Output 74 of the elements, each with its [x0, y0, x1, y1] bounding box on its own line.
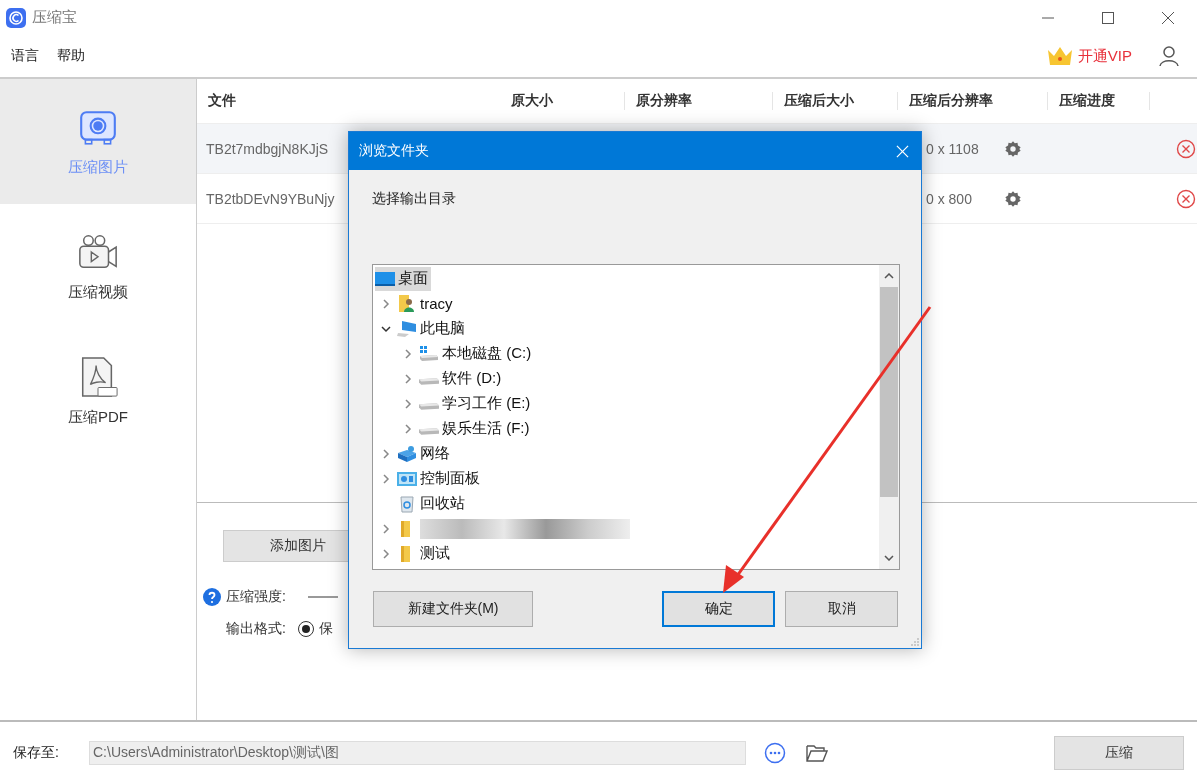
user-folder-icon: [397, 294, 417, 313]
crown-icon: [1045, 45, 1074, 67]
column-header: 压缩后分辨率: [898, 92, 1048, 110]
dialog-button[interactable]: 新建文件夹(M): [373, 591, 533, 627]
tree-item[interactable]: 娱乐生活 (F:): [419, 416, 533, 441]
vip-link[interactable]: 开通VIP: [1077, 46, 1132, 66]
chevron-right-icon[interactable]: [381, 523, 391, 534]
save-to-label: 保存至:: [13, 744, 60, 762]
drive-icon: [419, 428, 439, 435]
scroll-up-icon[interactable]: [884, 273, 894, 279]
recycle-bin-icon: [397, 494, 417, 513]
file-name: TB2tbDEvN9YBuNjy: [206, 190, 336, 207]
user-icon[interactable]: [1158, 45, 1180, 67]
scrollbar[interactable]: [879, 265, 899, 569]
column-header: 原分辨率: [625, 92, 773, 110]
help-icon[interactable]: [203, 588, 221, 606]
dialog-button[interactable]: 取消: [785, 591, 898, 627]
tree-item[interactable]: 本地磁盘 (C:): [419, 341, 535, 366]
menu-item[interactable]: 帮助: [57, 47, 85, 65]
more-icon[interactable]: [764, 742, 786, 764]
radio-label: 保: [318, 620, 333, 638]
maximize-icon[interactable]: [1101, 10, 1115, 25]
resolution-text: 0 x 1108: [926, 140, 980, 157]
sidebar-item[interactable]: 压缩视频: [0, 204, 196, 329]
settings-icon[interactable]: [1004, 139, 1022, 158]
file-name: TB2t7mdbgjN8KJjS: [206, 140, 330, 157]
window-title: 压缩宝: [32, 8, 77, 27]
tree-item[interactable]: 此电脑: [397, 316, 468, 341]
chevron-right-icon[interactable]: [381, 298, 391, 309]
resize-grip-icon[interactable]: [911, 638, 919, 646]
dialog-button[interactable]: 确定: [662, 591, 775, 627]
format-label: 输出格式:: [226, 620, 286, 638]
drive-icon: [419, 403, 439, 410]
tree-item[interactable]: 学习工作 (E:): [419, 391, 534, 416]
control-panel-icon: [397, 469, 417, 488]
chevron-right-icon[interactable]: [381, 473, 391, 484]
drive-icon: [419, 344, 439, 363]
strength-label: 压缩强度:: [226, 588, 286, 606]
network-icon: [397, 444, 417, 463]
resolution-text: 0 x 800: [926, 190, 973, 207]
tree-item[interactable]: 控制面板: [397, 466, 483, 491]
chevron-right-icon[interactable]: [403, 398, 413, 409]
folder-icon[interactable]: [806, 743, 828, 763]
tree-item[interactable]: 桌面: [375, 266, 431, 291]
drive-icon: [419, 378, 439, 385]
compress-button[interactable]: 压缩: [1054, 736, 1184, 770]
menu-item[interactable]: 语言: [11, 47, 39, 65]
chevron-right-icon[interactable]: [403, 373, 413, 384]
sidebar-item[interactable]: 压缩PDF: [0, 329, 196, 454]
column-header: 压缩后大小: [773, 92, 898, 110]
remove-icon[interactable]: [1176, 138, 1196, 159]
column-header: 压缩进度: [1048, 92, 1150, 110]
tree-item[interactable]: 回收站: [397, 491, 468, 516]
chevron-down-icon[interactable]: [381, 323, 391, 334]
chevron-right-icon[interactable]: [403, 348, 413, 359]
output-path-field[interactable]: C:\Users\Administrator\Desktop\测试\图: [89, 741, 746, 765]
chevron-right-icon[interactable]: [381, 548, 391, 559]
column-header: 文件: [207, 92, 237, 110]
tree-item[interactable]: 软件 (D:): [419, 366, 505, 391]
monitor-icon: [375, 269, 395, 288]
tree-item[interactable]: 网络: [397, 441, 453, 466]
chevron-right-icon[interactable]: [403, 423, 413, 434]
tree-item[interactable]: tracy: [397, 291, 456, 316]
remove-icon[interactable]: [1176, 188, 1196, 209]
app-logo-icon: [6, 7, 26, 28]
dialog-prompt: 选择输出目录: [372, 190, 457, 208]
tree-item[interactable]: 测试: [397, 541, 453, 566]
scroll-down-icon[interactable]: [884, 555, 894, 561]
column-header: 原大小: [500, 92, 625, 110]
computer-icon: [397, 319, 417, 338]
chevron-right-icon[interactable]: [381, 448, 391, 459]
close-icon[interactable]: [1161, 10, 1175, 25]
dialog-title: 浏览文件夹: [359, 142, 429, 160]
settings-icon[interactable]: [1004, 189, 1022, 208]
